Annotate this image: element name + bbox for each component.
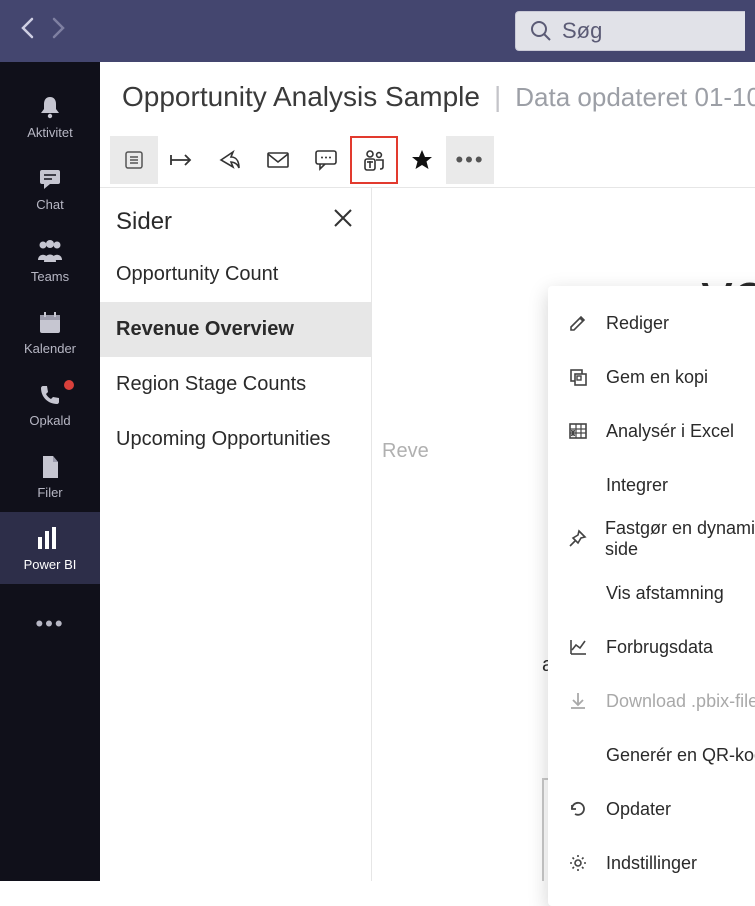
subscribe-button[interactable] [254,136,302,184]
bell-icon [37,93,63,121]
pages-panel: Sider Opportunity Count Revenue Overview… [100,188,372,881]
ellipsis-icon: ••• [35,611,64,637]
copy-icon [566,367,590,387]
teams-share-icon [361,148,387,172]
report-title: Opportunity Analysis Sample [122,81,480,113]
phone-icon [38,381,62,409]
menu-label: Fastgør en dynamisk side [605,518,755,560]
chart-icon [566,637,590,657]
titlebar: Søg [0,0,755,62]
back-button[interactable] [20,17,34,45]
rail-calls[interactable]: Opkald [0,368,100,440]
rail-more[interactable]: ••• [0,594,100,654]
menu-analyze-excel[interactable]: Analysér i Excel [548,404,755,458]
more-options-menu: Rediger Gem en kopi Analysér i Excel Int… [548,286,755,906]
menu-pin-live[interactable]: Fastgør en dynamisk side [548,512,755,566]
teams-icon [35,237,65,265]
nav-arrows [10,17,66,45]
excel-icon [566,421,590,441]
menu-label: Indstillinger [606,853,697,874]
menu-label: Vis afstamning [606,583,724,604]
powerbi-icon [36,525,64,553]
rail-label: Filer [37,485,62,500]
menu-label: Rediger [606,313,669,334]
menu-save-copy[interactable]: Gem en kopi [548,350,755,404]
menu-label: Analysér i Excel [606,421,734,442]
menu-label: Generér en QR-kode [606,745,755,766]
comment-icon [314,149,338,171]
menu-label: Gem en kopi [606,367,708,388]
teams-share-button[interactable] [350,136,398,184]
more-options-button[interactable]: ••• [446,136,494,184]
report-updated: Data opdateret 01-10-1 [515,82,755,113]
pages-toggle-button[interactable] [110,136,158,184]
rail-chat[interactable]: Chat [0,152,100,224]
calendar-icon [37,309,63,337]
menu-settings[interactable]: Indstillinger [548,836,755,890]
main-area: Opportunity Analysis Sample | Data opdat… [100,62,755,881]
menu-edit[interactable]: Rediger [548,296,755,350]
close-icon [331,206,355,230]
pencil-icon [566,313,590,333]
rail-label: Aktivitet [27,125,73,140]
menu-embed[interactable]: Integrer [548,458,755,512]
share-icon [218,149,242,171]
refresh-icon [566,799,590,819]
report-toolbar: ••• [100,132,755,188]
rail-calendar[interactable]: Kalender [0,296,100,368]
star-icon [410,148,434,172]
export-button[interactable] [158,136,206,184]
forward-button[interactable] [52,17,66,45]
ellipsis-icon: ••• [455,147,484,173]
favorite-button[interactable] [398,136,446,184]
page-item[interactable]: Opportunity Count [100,247,371,302]
download-icon [566,691,590,711]
pin-icon [566,529,589,549]
rail-powerbi[interactable]: Power BI [0,512,100,584]
page-item[interactable]: Region Stage Counts [100,357,371,412]
chevron-right-icon [52,17,66,39]
page-item[interactable]: Revenue Overview [100,302,371,357]
app-rail: Aktivitet Chat Teams Kalender Opkald Fil… [0,62,100,881]
menu-download-pbix: Download .pbix-filen [548,674,755,728]
search-input[interactable]: Søg [515,11,745,51]
rail-label: Chat [36,197,63,212]
menu-usage-metrics[interactable]: Forbrugsdata [548,620,755,674]
chat-icon [37,165,63,193]
export-icon [169,150,195,170]
rail-label: Power BI [24,557,77,572]
search-icon [530,20,552,42]
menu-label: Download .pbix-filen [606,691,755,712]
page-item[interactable]: Upcoming Opportunities [100,412,371,467]
report-header: Opportunity Analysis Sample | Data opdat… [100,62,755,132]
menu-refresh[interactable]: Opdater [548,782,755,836]
gear-icon [566,853,590,873]
search-placeholder: Søg [562,18,602,44]
menu-label: Opdater [606,799,671,820]
mail-icon [266,151,290,169]
chevron-left-icon [20,17,34,39]
share-button[interactable] [206,136,254,184]
notification-dot-icon [64,380,74,390]
rail-label: Kalender [24,341,76,356]
pages-close-button[interactable] [331,206,355,237]
list-icon [123,149,145,171]
rail-label: Opkald [29,413,70,428]
rail-activity[interactable]: Aktivitet [0,80,100,152]
rail-teams[interactable]: Teams [0,224,100,296]
pages-heading: Sider [116,208,172,236]
rail-label: Teams [31,269,69,284]
menu-lineage[interactable]: Vis afstamning [548,566,755,620]
rail-files[interactable]: Filer [0,440,100,512]
separator: | [494,81,501,113]
pages-header: Sider [100,188,371,247]
canvas-text-fragment: Reve [382,440,429,463]
menu-label: Forbrugsdata [606,637,713,658]
comment-button[interactable] [302,136,350,184]
menu-generate-qr[interactable]: Generér en QR-kode [548,728,755,782]
file-icon [39,453,61,481]
menu-label: Integrer [606,475,668,496]
